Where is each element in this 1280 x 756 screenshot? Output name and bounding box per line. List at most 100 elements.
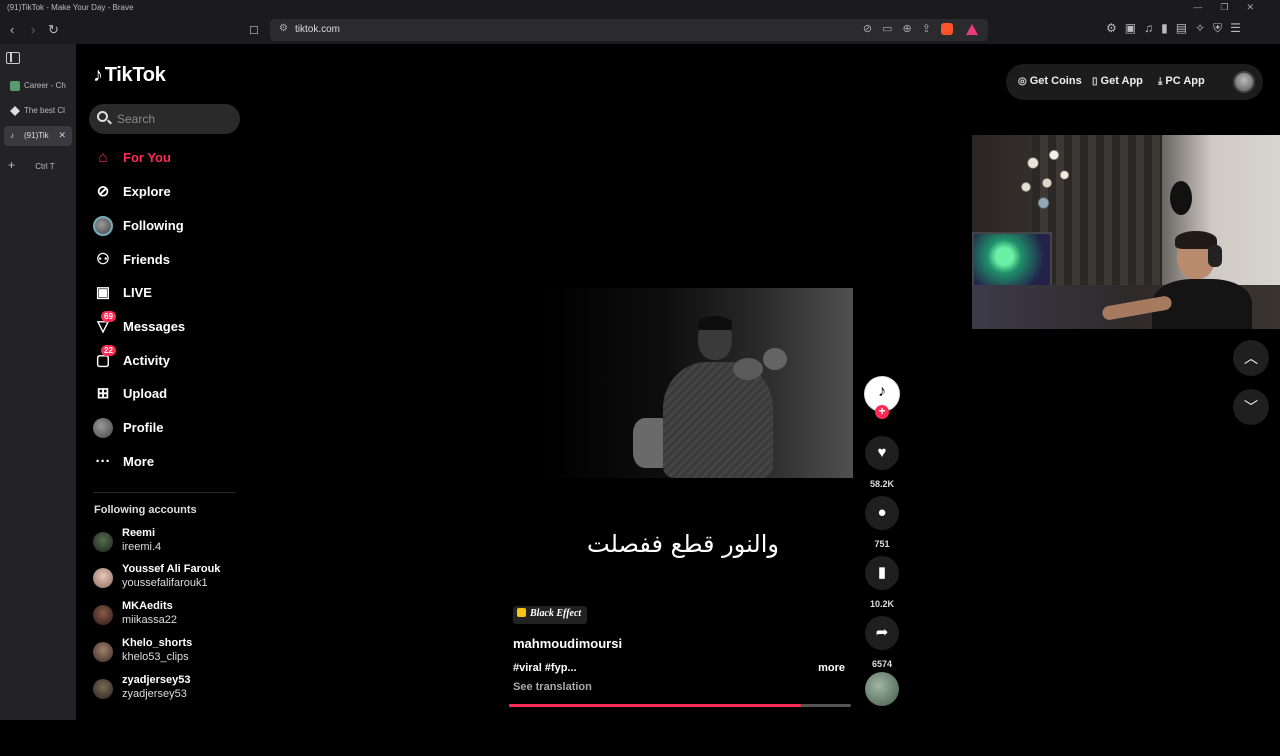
following-account[interactable]: Youssef Ali Farouk youssefalifarouk1 [93,563,243,593]
pc-app-label: PC App [1165,75,1205,87]
account-username: miikassa22 [122,614,178,626]
tab-item-active[interactable]: ♪ (91)Tik ✕ [4,126,72,146]
nav-label: Messages [123,319,186,334]
speaker [1170,181,1192,215]
get-coins-label: Get Coins [1029,75,1082,87]
nav-more[interactable]: ··· More [93,449,233,477]
site-info-icon[interactable]: ⚙ [279,23,288,34]
live-icon: ▣ [95,284,111,301]
coin-icon: ◎ [1018,76,1027,87]
chevron-down-icon: ﹀ [1244,399,1258,415]
brave-rewards-icon[interactable] [966,23,978,35]
tiktok-logo[interactable]: ♪ TikTok [93,64,166,87]
heart-icon: ♥ [865,436,899,470]
nav-label: Friends [123,252,170,267]
tiktok-note-icon: ♪ [93,64,103,86]
address-bar-actions[interactable]: ⊘▭⊕⇪ [863,22,978,36]
activity-badge: 22 [101,345,116,356]
nav-upload[interactable]: ⊞ Upload [93,381,233,409]
pc-app-button[interactable]: ⤓ PC App [1158,75,1205,87]
tab-label: Career - Ch [24,81,66,90]
video-player[interactable]: والنور قطع ففصلت Black Effect mahmoudimo… [509,288,853,756]
search-input[interactable]: Search [89,104,240,134]
following-accounts-header: Following accounts [94,504,197,516]
more-link[interactable]: more [818,662,845,674]
tab-sidebar: Career - Ch The best Cl ♪ (91)Tik ✕ + Ct… [0,44,76,720]
subject-hand [763,348,787,370]
window-controls[interactable]: —❐✕ [1193,2,1272,13]
profile-avatar[interactable] [1233,71,1255,93]
nav-label: Following [123,218,184,233]
follow-plus-icon[interactable]: + [875,405,889,419]
account-name: MKAedits [122,600,173,612]
back-icon[interactable]: ‹ [10,22,14,37]
account-name: Khelo_shorts [122,637,193,649]
nav-following[interactable]: Following [93,213,233,241]
reload-icon[interactable]: ↻ [48,22,59,38]
following-account[interactable]: Reemi ireemi.4 [93,527,243,557]
effect-label: Black Effect [530,608,582,619]
tab-item[interactable]: The best Cl [4,101,72,121]
video-frame[interactable] [543,288,853,478]
bookmark-icon: ▮ [865,556,899,590]
nav-label: Explore [123,184,171,199]
messages-badge: 69 [101,311,116,322]
nav-friends[interactable]: ⚇ Friends [93,247,233,275]
comment-button[interactable]: ● 751 [865,496,899,549]
account-name: Reemi [122,527,156,539]
like-button[interactable]: ♥ 58.2K [865,436,899,489]
nav-label: For You [123,150,171,165]
share-button[interactable]: ➦ 6574 [865,616,899,669]
search-icon [97,111,108,122]
webcam-overlay [972,135,1280,329]
browser-toolbar: ‹ › ↻ ☐ ⚙ tiktok.com ⊘▭⊕⇪ ⚙▣♫▮▤✧⛨☰ [0,16,1280,44]
extensions-toolbar[interactable]: ⚙▣♫▮▤✧⛨☰ [1106,21,1249,36]
address-bar[interactable]: ⚙ tiktok.com ⊘▭⊕⇪ [270,19,988,41]
tiktok-page: ♪ TikTok Search ⌂ For You ⊘ Explore Follo… [77,44,1280,756]
nav-messages[interactable]: ▽ 69 Messages [93,311,233,342]
following-account[interactable]: Khelo_shorts khelo53_clips [93,637,243,667]
window-titlebar: (91)TikTok - Make Your Day - Brave —❐✕ [0,0,1280,16]
nav-profile[interactable]: Profile [93,415,233,443]
nav-explore[interactable]: ⊘ Explore [93,179,233,207]
following-account[interactable]: zyadjersey53 zyadjersey53 [93,674,243,704]
forward-icon[interactable]: › [31,22,35,37]
url-text: tiktok.com [295,24,341,35]
like-count: 58.2K [869,479,895,489]
streamer [1101,231,1252,329]
previous-video-button[interactable]: ︿ [1233,340,1269,376]
avatar [93,642,113,662]
nav-live[interactable]: ▣ LIVE [93,280,233,308]
following-avatar-icon [93,216,113,236]
effect-tag[interactable]: Black Effect [513,606,588,624]
subject-hand [733,358,763,380]
sidebar-toggle-icon[interactable] [6,52,20,64]
tiktok-favicon-icon: ♪ [10,131,14,140]
tab-item[interactable]: Career - Ch [4,76,72,96]
profile-avatar-icon [93,418,113,438]
bookmark-icon[interactable]: ☐ [249,24,259,37]
account-username: youssefalifarouk1 [122,577,208,589]
close-tab-icon[interactable]: ✕ [58,130,66,141]
account-name: Youssef Ali Farouk [122,563,221,575]
video-caption: والنور قطع ففصلت [587,530,779,558]
nav-activity[interactable]: ▢ 22 Activity [93,345,233,376]
avatar [93,568,113,588]
brave-shields-icon[interactable] [940,23,953,36]
account-username: zyadjersey53 [122,688,187,700]
get-coins-button[interactable]: ◎ Get Coins [1018,75,1082,87]
bookmark-button[interactable]: ▮ 10.2K [865,556,899,609]
video-progress-bar[interactable] [509,704,851,707]
get-app-label: Get App [1100,75,1143,87]
new-tab-button[interactable]: + Ctrl T [8,158,72,172]
following-account[interactable]: MKAedits miikassa22 [93,600,243,630]
get-app-button[interactable]: ▯ Get App [1092,75,1143,87]
account-username: ireemi.4 [122,541,162,553]
music-disc[interactable] [865,672,899,706]
nav-label: Upload [123,386,168,401]
see-translation-link[interactable]: See translation [513,681,592,693]
avatar [93,532,113,552]
video-author[interactable]: mahmoudimoursi [513,636,622,651]
next-video-button[interactable]: ﹀ [1233,389,1269,425]
nav-for-you[interactable]: ⌂ For You [93,145,233,173]
